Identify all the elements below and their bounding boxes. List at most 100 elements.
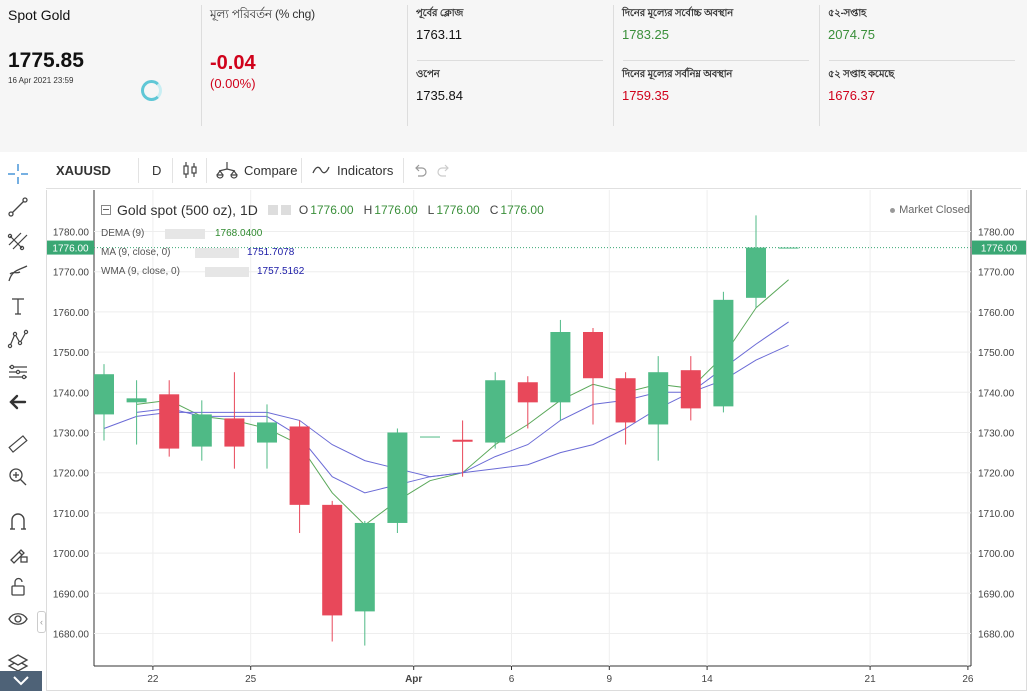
projection-icon[interactable]: [6, 360, 30, 384]
indicator-dema[interactable]: DEMA (9) 1768.0400: [101, 224, 304, 243]
text-icon[interactable]: [6, 294, 30, 318]
remove-series-icon[interactable]: [280, 205, 291, 215]
fib-icon[interactable]: [6, 228, 30, 252]
pattern-icon[interactable]: [6, 327, 30, 351]
y-tick-label-left: 1720.00: [53, 469, 90, 480]
candle: [746, 215, 766, 308]
candle-body: [713, 299, 734, 407]
day-low-value: 1759.35: [622, 88, 669, 103]
compare-button[interactable]: Compare: [216, 152, 297, 188]
candle: [94, 364, 114, 441]
last-price: 1775.85: [8, 49, 84, 72]
candle: [485, 372, 506, 449]
y-tick-label-right: 1680.00: [978, 630, 1015, 641]
prev-close-value: 1763.11: [416, 27, 463, 42]
collapse-legend-icon[interactable]: [101, 205, 111, 215]
interval-button[interactable]: D: [152, 152, 161, 188]
day-high-label: দিনের মূল্যের সর্বোচ্চ অবস্থান: [622, 8, 733, 19]
candle: [354, 520, 375, 646]
week52-low-label: ৫২ সপ্তাহ কমেছে: [828, 69, 895, 80]
candle: [322, 500, 343, 642]
candle-body: [615, 378, 636, 423]
day-low-label: দিনের মূল্যের সর্বনিম্ন অবস্থান: [622, 69, 733, 80]
candle-style-icon[interactable]: [182, 152, 198, 188]
redo-icon[interactable]: [436, 152, 452, 188]
y-tick-label-right: 1720.00: [978, 469, 1015, 480]
candle: [289, 420, 310, 533]
candle-body: [517, 382, 538, 403]
ohlc-h-value: 1776.00: [374, 203, 418, 217]
indicator-value: 1757.5162: [257, 266, 305, 277]
y-tick-label-right: 1770.00: [978, 268, 1015, 279]
trend-line-icon[interactable]: [6, 195, 30, 219]
prev-close-label: পূর্বের ক্লোজ: [416, 8, 464, 19]
lock-drawings-icon[interactable]: [6, 542, 30, 566]
ohlc-c-value: 1776.00: [500, 203, 544, 217]
chart-area[interactable]: 1780.00 1770.00 1760.00 1750.00 1740.00 1730.…: [46, 190, 1027, 691]
x-tick-label: 14: [702, 674, 714, 685]
ohlc-o-value: 1776.00: [310, 203, 354, 217]
quote-52week: ৫২-সপ্তাহ 2074.75 ৫২ সপ্তাহ কমেছে 1676.3…: [820, 0, 1025, 126]
y-tick-label-left: 1780.00: [53, 228, 90, 239]
collapse-tools-button[interactable]: [0, 671, 42, 691]
indicators-button[interactable]: Indicators: [312, 152, 393, 188]
candle-body: [746, 247, 766, 298]
x-tick-label: 26: [962, 674, 974, 685]
ruler-icon[interactable]: [6, 432, 30, 456]
status-dot-icon: [890, 207, 896, 213]
symbol-name: Spot Gold: [8, 7, 71, 23]
indicators-icon: [312, 166, 330, 174]
indicator-wma[interactable]: WMA (9, close, 0) 1757.5162: [101, 262, 304, 281]
week52-high-label: ৫২-সপ্তাহ: [828, 8, 867, 19]
y-tick-label-left: 1690.00: [53, 589, 90, 600]
indicator-ma[interactable]: MA (9, close, 0) 1751.7078: [101, 243, 304, 262]
unlock-icon[interactable]: [6, 575, 30, 599]
candle: [126, 380, 147, 445]
chart-legend: Gold spot (500 oz), 1D O 1776.00 H 1776.00…: [101, 202, 544, 218]
market-status: Market Closed: [890, 204, 970, 216]
candle: [583, 327, 603, 425]
candle: [191, 400, 212, 461]
indicator-controls-icon[interactable]: [195, 247, 239, 258]
price-timestamp: 16 Apr 2021 23:59: [8, 76, 74, 85]
indicator-line: [103, 344, 789, 478]
candle-body: [485, 380, 506, 443]
x-tick-label: 22: [147, 674, 159, 685]
week52-low-value: 1676.37: [828, 88, 875, 103]
last-price-label-right: 1776.00: [981, 244, 1018, 255]
compare-label: Compare: [244, 162, 298, 178]
eye-icon[interactable]: [6, 607, 30, 631]
symbol-search[interactable]: XAUUSD: [56, 152, 111, 188]
indicator-value: 1768.0400: [215, 228, 263, 239]
indicator-controls-icon[interactable]: [205, 266, 249, 277]
candle: [452, 420, 473, 477]
last-price-label-left: 1776.00: [52, 244, 89, 255]
quote-prev-open: পূর্বের ক্লোজ 1763.11 ওপেন 1735.84: [408, 0, 613, 126]
crosshair-icon[interactable]: [6, 162, 30, 186]
candle-body: [289, 426, 310, 505]
x-tick-label: Apr: [405, 674, 422, 685]
settings-icon[interactable]: [267, 205, 278, 215]
undo-icon[interactable]: [412, 152, 428, 188]
back-arrow-icon[interactable]: [6, 390, 30, 414]
ohlc-h-label: H: [363, 203, 373, 217]
x-tick-label: 9: [607, 674, 613, 685]
y-tick-label-left: 1750.00: [53, 348, 90, 359]
brush-icon[interactable]: [6, 261, 30, 285]
y-tick-label-left: 1740.00: [53, 388, 90, 399]
y-tick-label-right: 1730.00: [978, 429, 1015, 440]
quote-main: Spot Gold 1775.85 16 Apr 2021 23:59: [0, 0, 200, 126]
candle-body: [257, 422, 277, 443]
candle: [648, 356, 669, 461]
market-status-label: Market Closed: [899, 204, 970, 216]
y-tick-label-right: 1780.00: [978, 228, 1015, 239]
y-tick-label-left: 1730.00: [53, 429, 90, 440]
zoom-in-icon[interactable]: [6, 465, 30, 489]
candle: [420, 436, 440, 438]
quote-day-range: দিনের মূল্যের সর্বোচ্চ অবস্থান 1783.25 দ…: [614, 0, 819, 126]
candle-body: [648, 372, 669, 425]
toggle-toolbar-handle[interactable]: ‹: [37, 611, 46, 633]
y-tick-label-right: 1740.00: [978, 388, 1015, 399]
indicator-controls-icon[interactable]: [165, 228, 205, 239]
magnet-icon[interactable]: [6, 509, 30, 533]
